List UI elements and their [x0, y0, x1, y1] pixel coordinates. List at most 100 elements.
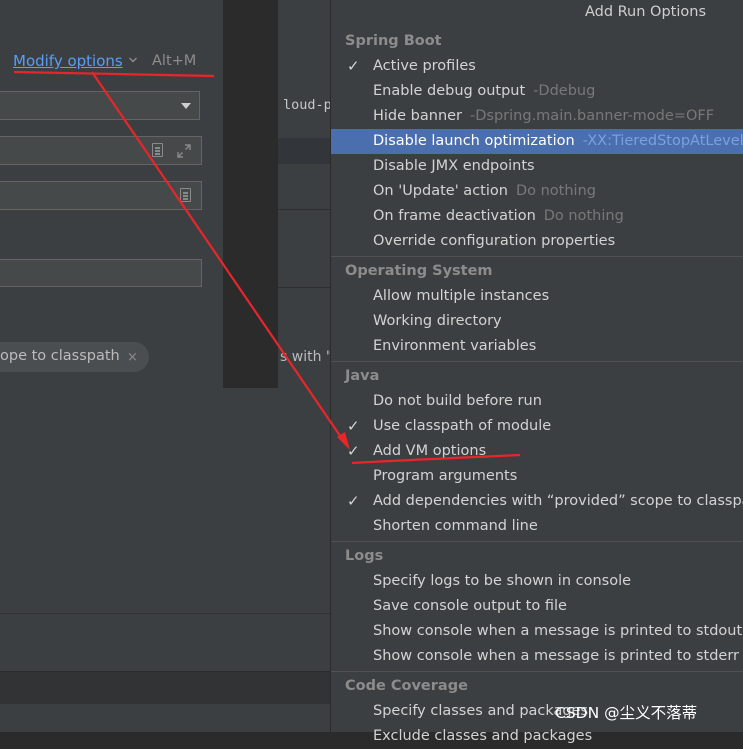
- divider: [278, 287, 330, 288]
- dropdown-arrow-icon[interactable]: [181, 103, 191, 109]
- checkmark-icon: ✓: [347, 417, 360, 435]
- background-code-fragment: loud-p: [283, 97, 330, 113]
- option-program-arguments[interactable]: Program arguments: [331, 464, 743, 489]
- option-label: On frame deactivation Do nothing: [373, 204, 624, 229]
- option-label: Show console when a message is printed t…: [373, 619, 742, 644]
- option-label-text: On frame deactivation: [373, 208, 536, 224]
- background-window-lower: [0, 388, 330, 613]
- option-label-text: Hide banner: [373, 108, 463, 124]
- option-working-directory[interactable]: Working directory: [331, 309, 743, 334]
- option-specify-logs-to-be-shown-in-console[interactable]: Specify logs to be shown in console: [331, 569, 743, 594]
- option-label: Program arguments: [373, 464, 517, 489]
- option-show-console-when-a-message-is-printed-to-stdout[interactable]: Show console when a message is printed t…: [331, 619, 743, 644]
- expand-icon[interactable]: [176, 143, 192, 159]
- option-label-text: Environment variables: [373, 338, 537, 354]
- option-label: Working directory: [373, 309, 502, 334]
- options-list: Spring Boot ✓ Active profiles Enable debug …: [331, 29, 743, 749]
- section-divider: [331, 541, 743, 542]
- section-header-code-coverage: Code Coverage: [345, 678, 468, 694]
- section-header-spring-boot: Spring Boot: [345, 33, 442, 49]
- vm-options-field[interactable]: [0, 136, 202, 165]
- chevron-down-icon[interactable]: [129, 56, 137, 64]
- option-environment-variables[interactable]: Environment variables: [331, 334, 743, 359]
- option-label: Save console output to file: [373, 594, 567, 619]
- option-label-text: Disable JMX endpoints: [373, 158, 535, 174]
- jre-select[interactable]: [0, 91, 200, 120]
- option-label: Show console when a message is printed t…: [373, 644, 739, 669]
- status-bar: [0, 671, 330, 704]
- popup-title: Add Run Options: [584, 4, 706, 20]
- option-label: Override configuration properties: [373, 229, 615, 254]
- section-divider: [331, 671, 743, 672]
- dialog-right-panel: [223, 0, 278, 388]
- modify-options-link[interactable]: Modify options: [13, 52, 123, 70]
- option-on-frame-deactivation[interactable]: On frame deactivation Do nothing: [331, 204, 743, 229]
- option-label-text: Save console output to file: [373, 598, 567, 614]
- checkmark-icon: ✓: [347, 57, 360, 75]
- option-label-text: Do not build before run: [373, 393, 542, 409]
- option-label: Hide banner -Dspring.main.banner-mode=OFF: [373, 104, 714, 129]
- option-label-text: Show console when a message is printed t…: [373, 623, 743, 639]
- option-exclude-classes-and-packages[interactable]: Exclude classes and packages: [331, 724, 743, 749]
- option-save-console-output-to-file[interactable]: Save console output to file: [331, 594, 743, 619]
- option-label: Use classpath of module: [373, 414, 551, 439]
- section-header-logs: Logs: [345, 548, 384, 564]
- working-directory-field[interactable]: [0, 259, 202, 287]
- section-divider: [331, 256, 743, 257]
- option-label-text: Active profiles: [373, 58, 476, 74]
- modify-options-shortcut: Alt+M: [152, 53, 197, 69]
- option-label: Disable JMX endpoints: [373, 154, 535, 179]
- option-on-update-action[interactable]: On 'Update' action Do nothing: [331, 179, 743, 204]
- add-run-options-popup: Add Run Options Spring Boot ✓ Active profi…: [330, 0, 743, 744]
- option-hide-banner[interactable]: Hide banner -Dspring.main.banner-mode=OFF: [331, 104, 743, 129]
- option-hint: -XX:TieredStopAtLevel: [582, 133, 743, 149]
- option-do-not-build-before-run[interactable]: Do not build before run: [331, 389, 743, 414]
- background-panel: [0, 613, 330, 672]
- option-hint: Do nothing: [515, 183, 596, 199]
- section-header-operating-system: Operating System: [345, 263, 493, 279]
- checkmark-icon: ✓: [347, 442, 360, 460]
- section-divider: [331, 361, 743, 362]
- option-show-console-when-a-message-is-printed-to-stderr[interactable]: Show console when a message is printed t…: [331, 644, 743, 669]
- option-override-configuration-properties[interactable]: Override configuration properties: [331, 229, 743, 254]
- option-label: Add dependencies with “provided” scope t…: [373, 489, 743, 514]
- option-hint: -Dspring.main.banner-mode=OFF: [470, 108, 715, 124]
- option-label: Enable debug output -Ddebug: [373, 79, 595, 104]
- option-label-text: Enable debug output: [373, 83, 526, 99]
- option-label-text: Specify logs to be shown in console: [373, 573, 632, 589]
- option-label: Environment variables: [373, 334, 536, 359]
- option-label: Add VM options: [373, 439, 486, 464]
- option-label: Specify logs to be shown in console: [373, 569, 631, 594]
- option-enable-debug-output[interactable]: Enable debug output -Ddebug: [331, 79, 743, 104]
- document-icon[interactable]: [180, 188, 191, 202]
- option-label: Exclude classes and packages: [373, 724, 592, 749]
- option-label-text: Show console when a message is printed t…: [373, 648, 739, 664]
- option-label: On 'Update' action Do nothing: [373, 179, 596, 204]
- close-icon[interactable]: ×: [127, 350, 138, 365]
- option-label-text: Exclude classes and packages: [373, 728, 593, 744]
- option-label-text: Add VM options: [373, 443, 487, 459]
- option-label-text: Program arguments: [373, 468, 518, 484]
- option-label-text: Shorten command line: [373, 518, 538, 534]
- background-text-fragment: s with ": [280, 349, 330, 365]
- option-label-text: Allow multiple instances: [373, 288, 550, 304]
- option-allow-multiple-instances[interactable]: Allow multiple instances: [331, 284, 743, 309]
- option-label-text: Use classpath of module: [373, 418, 552, 434]
- option-active-profiles[interactable]: ✓ Active profiles: [331, 54, 743, 79]
- option-add-dependencies-with-provided-scope-to-classpath[interactable]: ✓ Add dependencies with “provided” scope …: [331, 489, 743, 514]
- option-use-classpath-of-module[interactable]: ✓ Use classpath of module: [331, 414, 743, 439]
- option-disable-jmx-endpoints[interactable]: Disable JMX endpoints: [331, 154, 743, 179]
- option-shorten-command-line[interactable]: Shorten command line: [331, 514, 743, 539]
- watermark: CSDN @尘义不落蒂: [555, 704, 698, 722]
- option-label: Shorten command line: [373, 514, 538, 539]
- program-arguments-field[interactable]: [0, 181, 202, 210]
- background-field: [278, 138, 330, 164]
- document-icon[interactable]: [152, 143, 163, 157]
- option-label: Allow multiple instances: [373, 284, 549, 309]
- option-hint: Do nothing: [543, 208, 624, 224]
- option-chip[interactable]: ope to classpath ×: [0, 342, 149, 372]
- option-label-text: On 'Update' action: [373, 183, 508, 199]
- option-add-vm-options[interactable]: ✓ Add VM options: [331, 439, 743, 464]
- option-label: Do not build before run: [373, 389, 542, 414]
- option-disable-launch-optimization[interactable]: Disable launch optimization -XX:TieredSto…: [331, 129, 743, 154]
